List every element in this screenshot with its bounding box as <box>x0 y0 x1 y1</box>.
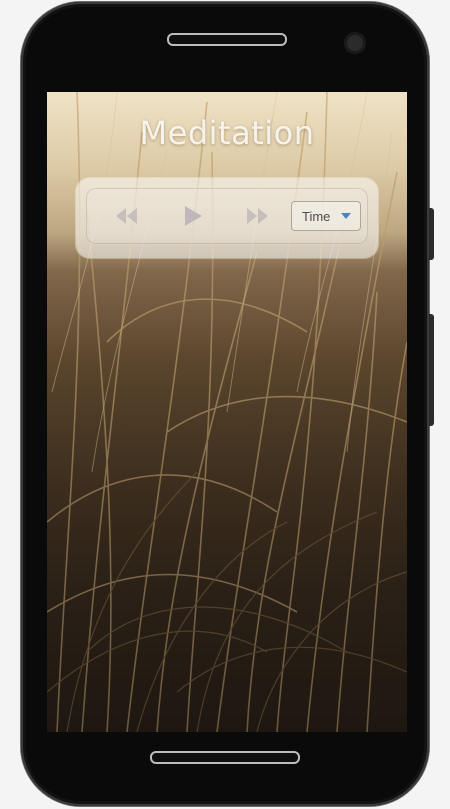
audio-player-panel: Time <box>76 178 378 258</box>
time-select[interactable]: Time <box>291 201 361 231</box>
bottom-speaker <box>150 751 300 764</box>
time-select-value: Time <box>302 209 331 224</box>
front-camera <box>344 32 366 54</box>
rewind-icon <box>116 208 137 224</box>
app-screen: Meditation Time <box>47 92 407 732</box>
fast-forward-button[interactable] <box>243 205 271 227</box>
rewind-button[interactable] <box>113 205 141 227</box>
play-icon <box>185 206 202 226</box>
page-title: Meditation <box>139 114 315 152</box>
power-button <box>429 314 434 426</box>
volume-button <box>429 208 434 260</box>
play-button[interactable] <box>177 201 207 231</box>
device-frame-stage: Meditation Time <box>0 0 450 809</box>
earpiece-speaker <box>167 33 287 46</box>
chevron-down-icon <box>341 213 351 219</box>
audio-player-controls: Time <box>86 188 368 244</box>
fast-forward-icon <box>247 208 268 224</box>
